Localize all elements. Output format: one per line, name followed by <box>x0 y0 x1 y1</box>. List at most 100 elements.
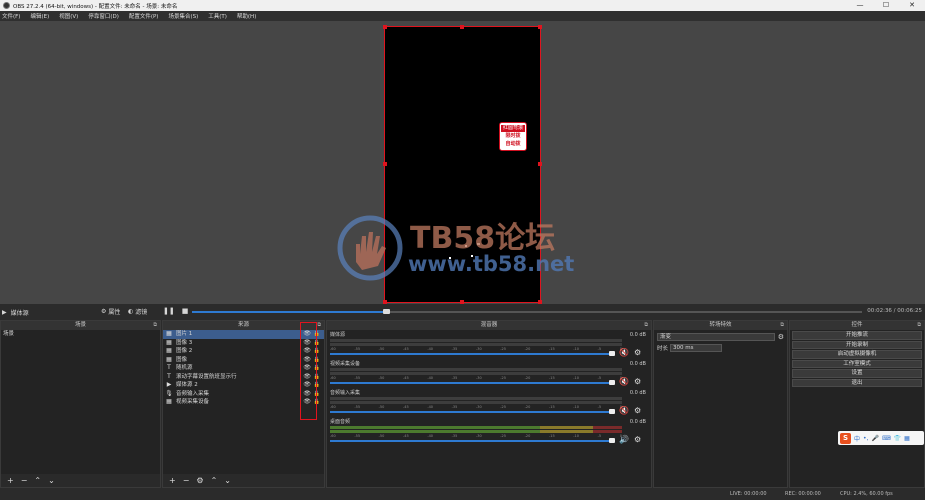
move-down-icon[interactable]: ⌄ <box>48 476 55 485</box>
undock-icon[interactable]: ⧉ <box>780 321 784 330</box>
resize-handle[interactable] <box>538 25 542 29</box>
tick-label: -20 <box>524 405 531 409</box>
move-down-icon[interactable]: ⌄ <box>224 476 231 485</box>
volume-slider[interactable] <box>330 440 615 442</box>
tick-label: -20 <box>524 376 531 380</box>
transition-select[interactable]: 渐变 <box>657 333 775 341</box>
level-meter <box>330 397 622 400</box>
volume-handle[interactable] <box>609 409 615 414</box>
tick-label: -30 <box>475 347 482 351</box>
tick-label: -25 <box>500 434 507 438</box>
close-button[interactable]: ✕ <box>899 0 925 11</box>
sogou-icon: S <box>840 432 851 444</box>
volume-slider[interactable] <box>330 411 615 413</box>
ime-mode[interactable]: 中 <box>854 434 860 443</box>
menu-help[interactable]: 帮助(H) <box>237 12 256 20</box>
channel-settings-gear-icon[interactable]: ⚙ <box>634 348 641 357</box>
properties-button[interactable]: ⚙ 属性 <box>101 307 120 316</box>
menu-grid-icon[interactable]: ▦ <box>904 435 910 442</box>
sources-title: 来源 <box>237 322 249 328</box>
tick-label: -50 <box>378 347 385 351</box>
add-scene-button[interactable]: + <box>7 476 14 485</box>
punctuation-icon[interactable]: •, <box>863 435 868 442</box>
menu-docks[interactable]: 停靠窗口(D) <box>88 12 119 20</box>
add-source-button[interactable]: + <box>169 476 176 485</box>
remove-source-button[interactable]: − <box>183 476 190 485</box>
remove-scene-button[interactable]: − <box>21 476 28 485</box>
tick-label: -20 <box>524 347 531 351</box>
channel-name: 桌面音频 <box>330 419 351 425</box>
start-recording-button[interactable]: 开始录制 <box>792 340 922 349</box>
ime-toolbar[interactable]: S 中 •, 🎤 ⌨ 👕 ▦ <box>838 431 924 445</box>
move-up-icon[interactable]: ⌃ <box>211 476 218 485</box>
scene-item[interactable]: 场景 <box>1 330 160 339</box>
mixer-channel: 视频采集设备 0.0 dB -60 -55 -50 -45 -40 -35 -30 -25 -20 -… <box>330 361 648 389</box>
move-up-icon[interactable]: ⌃ <box>34 476 41 485</box>
level-meter <box>330 426 622 429</box>
minimize-button[interactable]: — <box>847 0 873 11</box>
menu-file[interactable]: 文件(F) <box>2 12 20 20</box>
tick-label: -30 <box>475 376 482 380</box>
skin-icon[interactable]: 👕 <box>894 435 901 442</box>
undock-icon[interactable]: ⧉ <box>644 321 648 330</box>
seek-handle[interactable] <box>383 309 391 314</box>
source-type-icon: 🎙 <box>165 389 173 397</box>
studio-mode-button[interactable]: 工作室模式 <box>792 359 922 368</box>
virtual-camera-button[interactable]: 启动虚拟摄像机 <box>792 350 922 359</box>
volume-handle[interactable] <box>609 438 615 443</box>
undock-icon[interactable]: ⧉ <box>153 321 157 330</box>
undock-icon[interactable]: ⧉ <box>917 321 921 330</box>
duration-input[interactable]: 300 ms <box>670 344 723 352</box>
filters-button[interactable]: ◐ 滤镜 <box>128 307 147 316</box>
resize-handle[interactable] <box>460 300 464 304</box>
muted-speaker-icon[interactable]: 🔇 <box>619 377 629 386</box>
tick-label: -35 <box>451 347 458 351</box>
keyboard-icon[interactable]: ⌨ <box>882 435 891 442</box>
tick-label: -50 <box>378 405 385 409</box>
menu-scene-collection[interactable]: 场景集合(S) <box>168 12 198 20</box>
start-streaming-button[interactable]: 开始推流 <box>792 331 922 340</box>
speaker-icon[interactable]: 🔊 <box>619 435 629 444</box>
menu-tools[interactable]: 工具(T) <box>208 12 227 20</box>
tick-label: -25 <box>500 347 507 351</box>
menu-view[interactable]: 视图(V) <box>59 12 78 20</box>
resize-handle[interactable] <box>383 25 387 29</box>
microphone-icon[interactable]: 🎤 <box>871 435 878 442</box>
seek-slider[interactable] <box>192 309 862 314</box>
add-transition-icon[interactable]: ⚙ <box>778 333 784 341</box>
tick-label: -25 <box>500 376 507 380</box>
source-settings-gear-icon[interactable]: ⚙ <box>196 476 203 485</box>
resize-handle[interactable] <box>383 162 387 166</box>
tick-label: -15 <box>548 347 555 351</box>
maximize-button[interactable]: ☐ <box>873 0 899 11</box>
transitions-title: 转场特效 <box>709 322 732 328</box>
muted-speaker-icon[interactable]: 🔇 <box>619 348 629 357</box>
resize-handle[interactable] <box>383 300 387 304</box>
resize-handle[interactable] <box>460 25 464 29</box>
volume-handle[interactable] <box>609 351 615 356</box>
volume-slider[interactable] <box>330 382 615 384</box>
current-source-name: 媒体源 <box>10 309 29 317</box>
tick-label: -30 <box>475 434 482 438</box>
settings-button[interactable]: 设置 <box>792 369 922 378</box>
exit-button[interactable]: 退出 <box>792 378 922 387</box>
channel-db: 0.0 dB <box>629 390 646 396</box>
tick-label: -40 <box>427 434 434 438</box>
pause-icon[interactable]: ❚❚ <box>163 307 175 315</box>
channel-settings-gear-icon[interactable]: ⚙ <box>634 435 641 444</box>
resize-handle[interactable] <box>538 162 542 166</box>
channel-db: 0.0 dB <box>629 419 646 425</box>
resize-handle[interactable] <box>538 300 542 304</box>
source-label: 随机源 <box>176 365 193 371</box>
source-type-icon: ▦ <box>166 330 172 337</box>
tick-label: -20 <box>524 434 531 438</box>
menu-profile[interactable]: 配置文件(P) <box>129 12 159 20</box>
menu-edit[interactable]: 编辑(E) <box>30 12 49 20</box>
channel-settings-gear-icon[interactable]: ⚙ <box>634 406 641 415</box>
channel-settings-gear-icon[interactable]: ⚙ <box>634 377 641 386</box>
muted-speaker-icon[interactable]: 🔇 <box>619 406 629 415</box>
undock-icon[interactable]: ⧉ <box>317 321 321 330</box>
volume-handle[interactable] <box>609 380 615 385</box>
stop-icon[interactable]: ■ <box>182 307 189 315</box>
volume-slider[interactable] <box>330 353 615 355</box>
